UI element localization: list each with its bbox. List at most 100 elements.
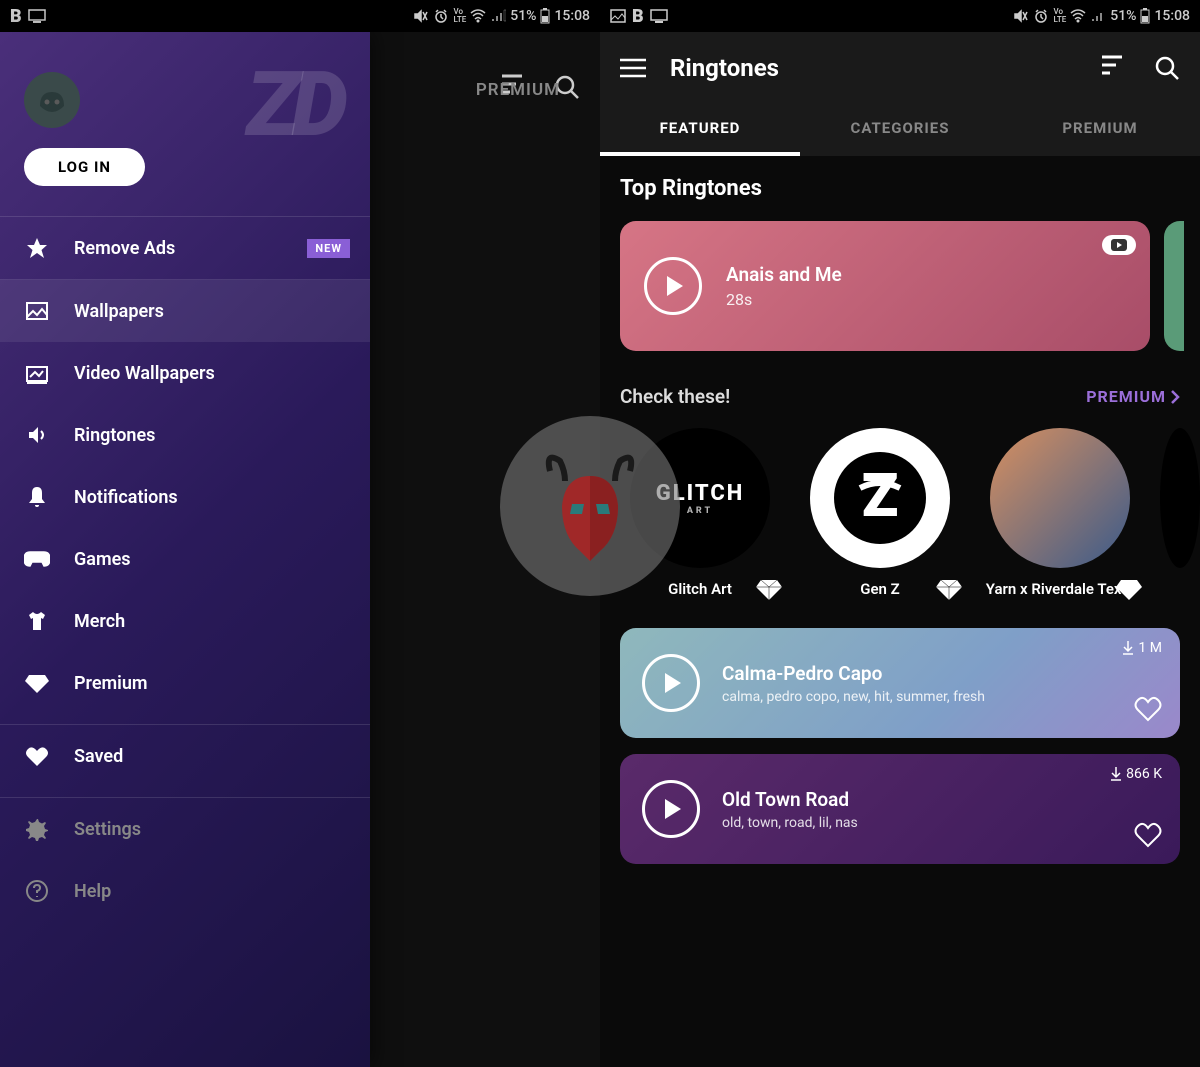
display-icon — [28, 9, 46, 23]
app-bar: Ringtones — [600, 32, 1200, 104]
login-button[interactable]: LOG IN — [24, 148, 145, 186]
video-image-icon — [24, 360, 50, 386]
battery-percent: 51% — [510, 8, 536, 24]
play-icon — [667, 276, 683, 296]
premium-collection[interactable] — [1160, 428, 1200, 598]
collection-label: Glitch Art — [668, 580, 732, 598]
clock: 15:08 — [1154, 8, 1190, 24]
download-count: 866 K — [1110, 766, 1162, 782]
premium-collection[interactable]: Z Gen Z — [800, 428, 960, 598]
help-icon — [24, 878, 50, 904]
chevron-right-icon — [1170, 389, 1180, 405]
signal-icon — [490, 9, 506, 23]
volte-icon: Vo LTE — [453, 8, 466, 24]
play-button[interactable] — [642, 780, 700, 838]
tab-premium-bg: PREMIUM — [476, 80, 560, 100]
drawer-item-premium[interactable]: Premium — [0, 652, 370, 714]
battery-percent: 51% — [1110, 8, 1136, 24]
download-icon — [1122, 641, 1134, 655]
search-icon[interactable] — [1154, 55, 1180, 81]
main-backdrop: PREMIUM ZD LOG IN Remove Ads NEW Wallpap… — [0, 32, 600, 1067]
play-icon — [665, 673, 681, 693]
drawer-item-video-wallpapers[interactable]: Video Wallpapers — [0, 342, 370, 404]
premium-collection[interactable]: Yarn x Riverdale Texts — [980, 428, 1140, 598]
play-button[interactable] — [642, 654, 700, 712]
collection-label: Yarn x Riverdale Texts — [986, 580, 1135, 598]
alarm-icon — [433, 8, 449, 24]
section-top-ringtones: Top Ringtones — [620, 176, 1200, 201]
mute-icon — [1013, 8, 1029, 24]
hamburger-icon[interactable] — [620, 58, 646, 78]
gear-icon — [24, 816, 50, 842]
ringtone-duration: 28s — [726, 290, 842, 309]
tab-featured[interactable]: FEATURED — [600, 104, 800, 156]
drawer-item-settings[interactable]: Settings — [0, 798, 370, 860]
favorite-button[interactable] — [1134, 822, 1162, 848]
sort-icon[interactable] — [1102, 55, 1130, 75]
image-icon — [24, 298, 50, 324]
drawer-item-label: Ringtones — [74, 425, 155, 446]
ringtone-title: Old Town Road — [722, 788, 1158, 811]
drawer-item-games[interactable]: Games — [0, 528, 370, 590]
screen-ringtones: B Vo LTE 51% 15:08 Ringtones FEATURED CA… — [600, 0, 1200, 1067]
volte-icon: Vo LTE — [1053, 8, 1066, 24]
play-button[interactable] — [644, 257, 702, 315]
drawer-item-saved[interactable]: Saved — [0, 725, 370, 787]
premium-diamond-icon — [1116, 578, 1142, 600]
drawer-item-remove-ads[interactable]: Remove Ads NEW — [0, 217, 370, 279]
drawer-item-label: Video Wallpapers — [74, 363, 215, 384]
status-bar: B Vo LTE 51% 15:08 — [0, 0, 600, 32]
tab-premium[interactable]: PREMIUM — [1000, 104, 1200, 156]
premium-diamond-icon — [936, 578, 962, 600]
ringtone-tags: calma, pedro copo, new, hit, summer, fre… — [722, 689, 1158, 705]
battery-icon — [540, 8, 550, 24]
page-title: Ringtones — [670, 54, 1078, 82]
download-count: 1 M — [1122, 640, 1162, 656]
drawer-item-help[interactable]: Help — [0, 860, 370, 904]
drawer-item-label: Merch — [74, 611, 125, 632]
drawer-item-label: Remove Ads — [74, 238, 175, 259]
bold-indicator-icon: B — [10, 6, 22, 27]
wifi-icon — [470, 9, 486, 23]
youtube-badge — [1102, 235, 1136, 255]
drawer-item-label: Settings — [74, 819, 141, 840]
collection-thumb-peek — [1160, 428, 1200, 568]
drawer-item-label: Games — [74, 549, 131, 570]
wifi-icon — [1070, 9, 1086, 23]
drawer-item-wallpapers[interactable]: Wallpapers — [0, 280, 370, 342]
hero-card-peek[interactable] — [1164, 221, 1184, 351]
drawer-item-notifications[interactable]: Notifications — [0, 466, 370, 528]
drawer-item-label: Notifications — [74, 487, 178, 508]
premium-diamond-icon — [756, 578, 782, 600]
drawer-item-label: Premium — [74, 673, 148, 694]
drawer-item-ringtones[interactable]: Ringtones — [0, 404, 370, 466]
bold-indicator-icon: B — [632, 6, 644, 27]
ringtone-card[interactable]: Calma-Pedro Capo calma, pedro copo, new,… — [620, 628, 1180, 738]
shirt-icon — [24, 608, 50, 634]
ringtone-tags: old, town, road, lil, nas — [722, 815, 1158, 831]
image-notif-icon — [610, 9, 626, 23]
watermark-logo — [500, 416, 680, 596]
alarm-icon — [1033, 8, 1049, 24]
collection-thumb — [990, 428, 1130, 568]
content-scroll[interactable]: Top Ringtones Anais and Me 28s Check the… — [600, 156, 1200, 864]
heart-icon — [24, 743, 50, 769]
tab-categories[interactable]: CATEGORIES — [800, 104, 1000, 156]
drawer-item-merch[interactable]: Merch — [0, 590, 370, 652]
diamond-icon — [24, 670, 50, 696]
premium-link[interactable]: PREMIUM — [1086, 387, 1180, 406]
gamepad-icon — [24, 546, 50, 572]
drawer-item-label: Wallpapers — [74, 301, 164, 322]
sound-icon — [24, 422, 50, 448]
favorite-button[interactable] — [1134, 696, 1162, 722]
hero-card[interactable]: Anais and Me 28s — [620, 221, 1150, 351]
navigation-drawer: ZD LOG IN Remove Ads NEW Wallpapers Vide… — [0, 32, 370, 1067]
app-logo: ZD — [246, 52, 340, 157]
signal-icon — [1090, 9, 1106, 23]
avatar[interactable] — [24, 72, 80, 128]
drawer-item-label: Saved — [74, 746, 123, 767]
display-icon — [650, 9, 668, 23]
ringtone-title: Anais and Me — [726, 263, 842, 286]
star-icon — [24, 235, 50, 261]
ringtone-card[interactable]: Old Town Road old, town, road, lil, nas … — [620, 754, 1180, 864]
